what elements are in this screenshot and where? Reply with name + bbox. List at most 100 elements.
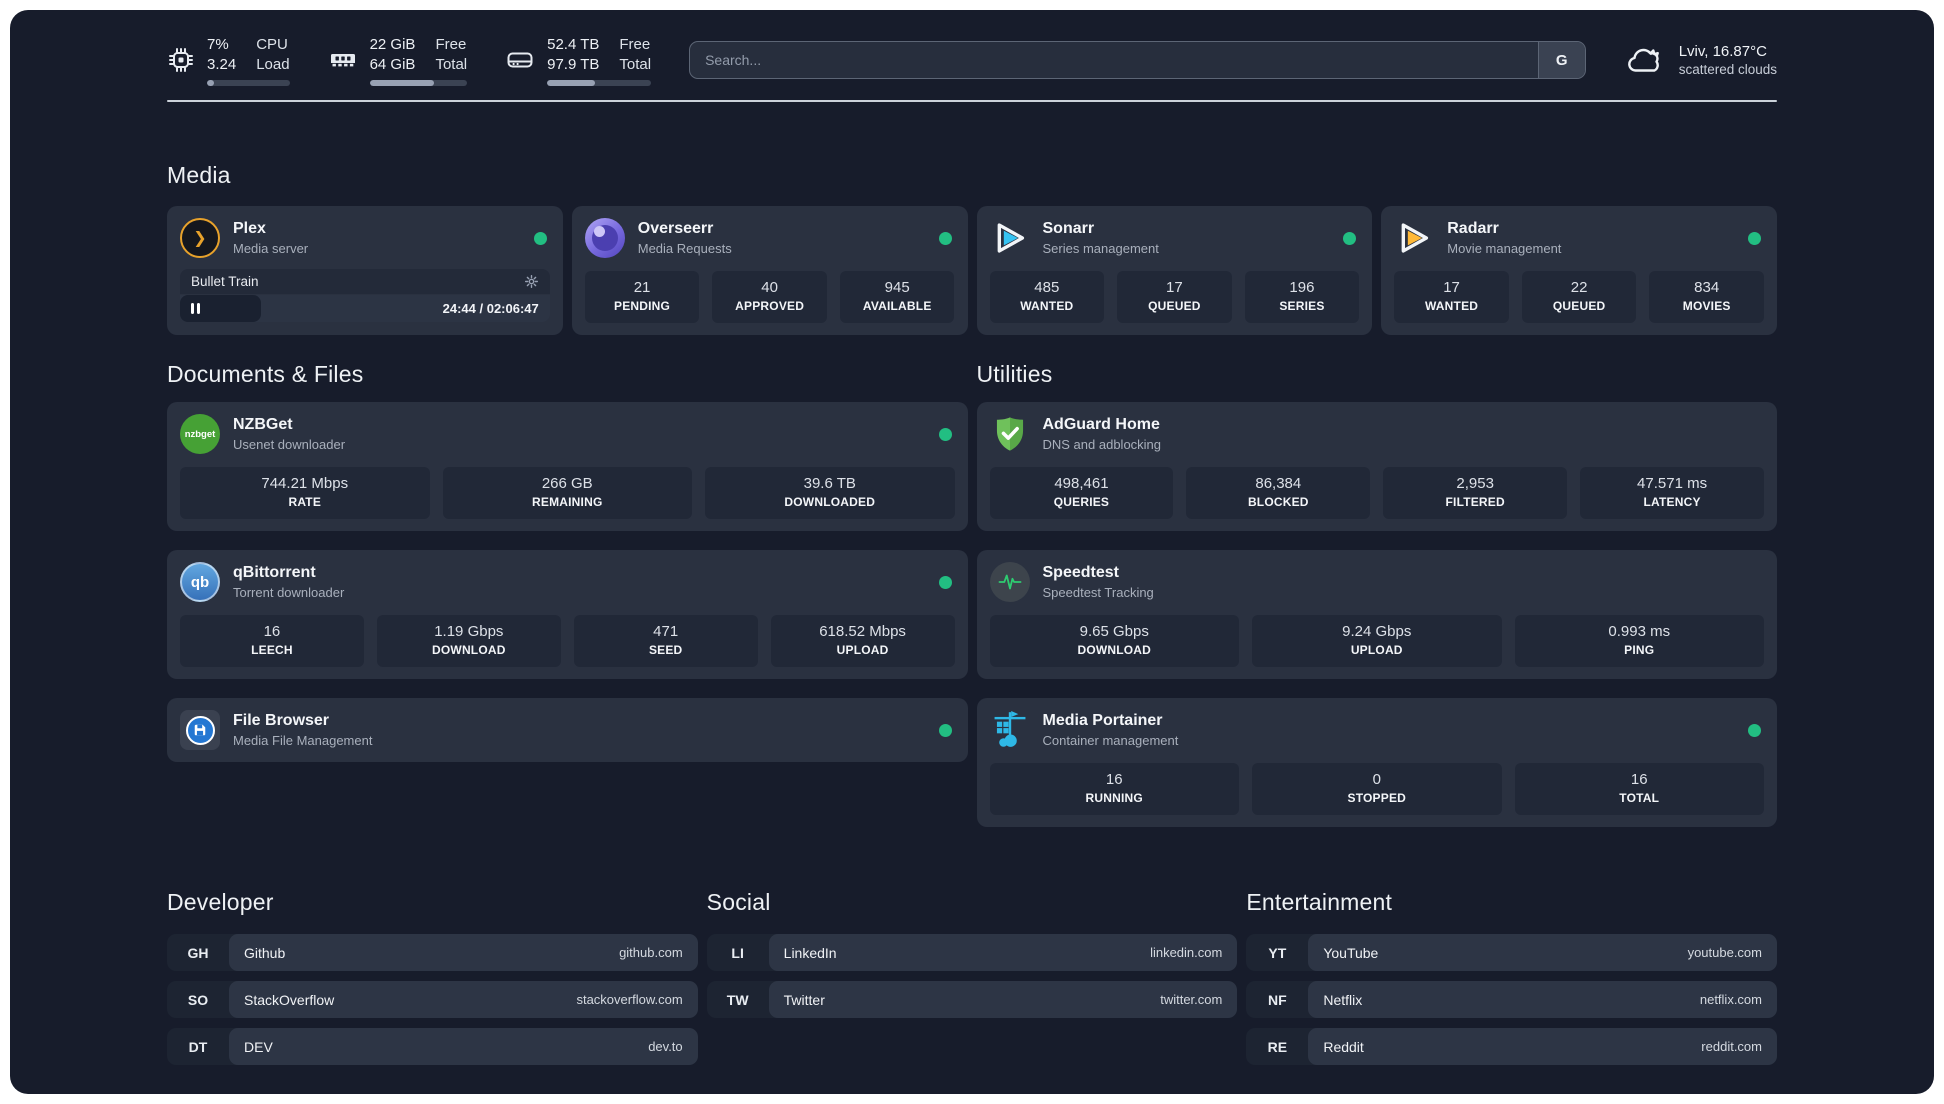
bookmark-stackoverflow[interactable]: SO StackOverflow stackoverflow.com <box>167 981 698 1018</box>
app-card-qbittorrent[interactable]: qb qBittorrent Torrent downloader 16 LEE… <box>167 550 968 679</box>
bookmark-abbr: NF <box>1267 991 1287 1008</box>
status-dot <box>1748 231 1761 245</box>
radarr-stats: 17 WANTED 22 QUEUED 834 MOVIES <box>1394 271 1764 323</box>
playback-time: 24:44 / 02:06:47 <box>442 301 539 316</box>
media-grid: ❯ Plex Media server Bullet Train 24:44 /… <box>167 206 1777 335</box>
bookmark-dev[interactable]: DT DEV dev.to <box>167 1028 698 1065</box>
app-card-overseerr[interactable]: Overseerr Media Requests 21 PENDING 40 A… <box>571 206 968 335</box>
disk-stats: 52.4 TB 97.9 TB Free Total <box>547 35 652 86</box>
cpu-load-value: 3.24 <box>207 55 237 73</box>
bookmark-pill: DEV dev.to <box>229 1028 698 1065</box>
app-subtitle: Container management <box>1042 733 1179 748</box>
bookmark-name: LinkedIn <box>783 944 837 961</box>
plex-now-playing: Bullet Train 24:44 / 02:06:47 <box>180 269 550 322</box>
app-header-nzbget: nzbget NZBGet Usenet downloader <box>180 414 955 454</box>
weather-text: Lviv, 16.87°C scattered clouds <box>1679 42 1777 79</box>
bookmark-pill: Github github.com <box>229 934 698 971</box>
bookmark-pill: Twitter twitter.com <box>768 981 1238 1018</box>
app-name: Radarr <box>1447 220 1499 237</box>
search-provider-button[interactable]: G <box>1537 42 1585 78</box>
app-name: AdGuard Home <box>1042 416 1160 433</box>
bookmark-pill: StackOverflow stackoverflow.com <box>229 981 698 1018</box>
bookmarks: Developer GH Github github.com SO StackO… <box>167 889 1777 1075</box>
section-title-social: Social <box>706 889 771 915</box>
app-card-filebrowser[interactable]: File Browser Media File Management <box>167 698 968 762</box>
stat-queued: 17 QUEUED <box>1117 271 1232 323</box>
app-subtitle: Media server <box>233 241 309 256</box>
stat-filtered: 2,953 FILTERED <box>1383 467 1568 519</box>
bookmark-reddit[interactable]: RE Reddit reddit.com <box>1246 1028 1777 1065</box>
now-playing-title: Bullet Train <box>191 274 259 289</box>
app-subtitle: Series management <box>1042 241 1159 256</box>
bookmark-name: DEV <box>244 1038 273 1055</box>
bookmark-name: Reddit <box>1323 1038 1364 1055</box>
disk-total-label: Total <box>619 55 652 73</box>
bookmark-pill: Reddit reddit.com <box>1308 1028 1777 1065</box>
sonarr-meta: Sonarr Series management <box>1043 219 1331 257</box>
pause-icon[interactable] <box>191 303 200 314</box>
stat-queries: 498,461 QUERIES <box>989 467 1174 519</box>
playback-progress-bar: 24:44 / 02:06:47 <box>180 295 550 322</box>
cloud-icon <box>1627 48 1659 72</box>
ram-progress-track <box>369 79 468 86</box>
stat-seed: 471 SEED <box>573 615 758 667</box>
bookmark-pill: Netflix netflix.com <box>1308 981 1777 1018</box>
stat-stopped: 0 STOPPED <box>1252 763 1502 815</box>
bookmark-twitter[interactable]: TW Twitter twitter.com <box>706 981 1238 1018</box>
portainer-stats: 16 RUNNING 0 STOPPED 16 TOTAL <box>989 763 1764 815</box>
bookmark-linkedin[interactable]: LI LinkedIn linkedin.com <box>706 934 1238 971</box>
sonarr-icon <box>990 218 1030 258</box>
app-name: Speedtest <box>1042 564 1119 581</box>
radarr-meta: Radarr Movie management <box>1447 219 1735 257</box>
bookmark-github[interactable]: GH Github github.com <box>167 934 698 971</box>
cpu-progress-fill <box>207 79 214 86</box>
cpu-percent: 7% <box>207 35 229 53</box>
section-title-utilities: Utilities <box>976 361 1053 387</box>
search-input[interactable] <box>690 42 1538 78</box>
speedtest-stats: 9.65 Gbps DOWNLOAD 9.24 Gbps UPLOAD 0.99… <box>989 615 1764 667</box>
stat-latency: 47.571 ms LATENCY <box>1580 467 1764 519</box>
bookmark-abbr: DT <box>188 1038 208 1055</box>
radarr-icon <box>1394 218 1434 258</box>
nzbget-stats: 744.21 Mbps RATE 266 GB REMAINING 39.6 T… <box>180 467 955 519</box>
app-card-adguard[interactable]: AdGuard Home DNS and adblocking 498,461 … <box>976 402 1777 531</box>
app-subtitle: Movie management <box>1447 241 1562 256</box>
bookmark-netflix[interactable]: NF Netflix netflix.com <box>1246 981 1777 1018</box>
cpu-widget: 7% 3.24 CPU Load <box>167 35 290 86</box>
stat-movies: 834 MOVIES <box>1649 271 1764 323</box>
app-card-nzbget[interactable]: nzbget NZBGet Usenet downloader 744.21 M… <box>167 402 968 531</box>
section-title-developer: Developer <box>167 889 274 915</box>
app-name: Plex <box>233 220 266 237</box>
bookmark-url: netflix.com <box>1699 992 1762 1007</box>
bookmark-name: Netflix <box>1323 991 1363 1008</box>
stat-wanted: 485 WANTED <box>989 271 1105 323</box>
disk-free-label: Free <box>619 35 651 53</box>
portainer-icon <box>990 710 1030 750</box>
ram-total-label: Total <box>435 55 468 73</box>
bookmarks-entertainment: Entertainment YT YouTube youtube.com NF … <box>1246 889 1777 1075</box>
documents-column: Documents & Files nzbget NZBGet Usenet d… <box>167 361 968 827</box>
bookmark-abbr: SO <box>187 991 209 1008</box>
app-card-speedtest[interactable]: Speedtest Speedtest Tracking 9.65 Gbps D… <box>976 550 1777 679</box>
app-card-sonarr[interactable]: Sonarr Series management 485 WANTED 17 Q… <box>976 206 1373 335</box>
nzbget-icon-label: nzbget <box>184 428 216 440</box>
weather-widget: Lviv, 16.87°C scattered clouds <box>1624 42 1777 79</box>
ram-total-value: 64 GiB <box>369 55 416 73</box>
adguard-stats: 498,461 QUERIES 86,384 BLOCKED 2,953 FIL… <box>989 467 1764 519</box>
session-settings-icon[interactable] <box>524 274 539 289</box>
speedtest-meta: Speedtest Speedtest Tracking <box>1043 563 1765 601</box>
app-card-radarr[interactable]: Radarr Movie management 17 WANTED 22 QUE… <box>1381 206 1777 335</box>
app-card-portainer[interactable]: Media Portainer Container management 16 … <box>976 698 1777 827</box>
app-subtitle: DNS and adblocking <box>1042 437 1162 452</box>
bookmark-name: Twitter <box>783 991 825 1008</box>
stat-running: 16 RUNNING <box>989 763 1239 815</box>
bookmark-youtube[interactable]: YT YouTube youtube.com <box>1246 934 1777 971</box>
app-header-qbittorrent: qb qBittorrent Torrent downloader <box>180 562 955 602</box>
playback-elapsed <box>180 295 262 322</box>
app-header-portainer: Media Portainer Container management <box>990 710 1765 750</box>
app-header-overseerr: Overseerr Media Requests <box>584 218 955 258</box>
cpu-progress-track <box>207 79 290 86</box>
bookmark-name: StackOverflow <box>244 991 335 1008</box>
app-header-plex: ❯ Plex Media server <box>180 218 550 258</box>
app-card-plex[interactable]: ❯ Plex Media server Bullet Train 24:44 /… <box>167 206 563 335</box>
